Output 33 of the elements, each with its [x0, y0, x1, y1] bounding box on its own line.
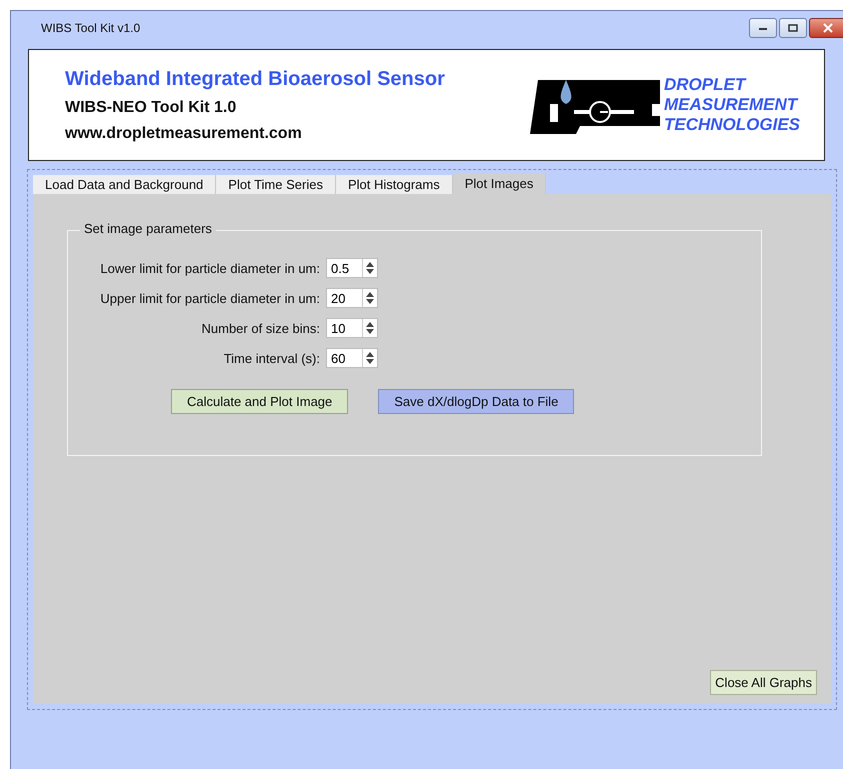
logo-text: MEASUREMENT	[664, 95, 800, 115]
action-button[interactable]: Calculate and Plot Image	[171, 389, 348, 414]
spinner-field[interactable]: 10	[326, 318, 378, 338]
maximize-icon	[788, 24, 798, 32]
banner-title: Wideband Integrated Bioaerosol Sensor	[65, 68, 446, 90]
spinner-arrows-icon[interactable]	[362, 319, 377, 337]
field-label: Lower limit for particle diameter in um:	[99, 260, 321, 276]
tab[interactable]: Plot Images	[452, 173, 546, 194]
banner-subtitle: WIBS-NEO Tool Kit 1.0	[65, 98, 238, 116]
field-label: Time interval (s):	[222, 350, 321, 366]
tab[interactable]: Plot Histograms	[336, 175, 453, 194]
spinner-field[interactable]: 20	[326, 288, 378, 308]
field-label: Number of size bins:	[200, 320, 321, 336]
action-button[interactable]: Save dX/dlogDp Data to File	[378, 389, 574, 414]
logo-text: DROPLET	[664, 75, 748, 95]
spinner-field[interactable]: 0.5	[326, 258, 378, 278]
spinner-arrows-icon[interactable]	[362, 289, 377, 307]
window-title: WIBS Tool Kit v1.0	[41, 21, 142, 35]
minimize-button[interactable]	[749, 18, 777, 38]
tab[interactable]: Plot Time Series	[216, 175, 336, 194]
spinner-arrows-icon[interactable]	[362, 259, 377, 277]
close-graphs-button[interactable]: Close All Graphs	[710, 670, 817, 695]
maximize-button[interactable]	[779, 18, 807, 38]
logo-text: TECHNOLOGIES	[664, 115, 800, 135]
tab[interactable]: Load Data and Background	[33, 175, 216, 194]
close-button[interactable]	[809, 18, 843, 38]
website-text: www.dropletmeasurement.com	[65, 124, 303, 142]
spinner-field[interactable]: 60	[326, 348, 378, 368]
spinner-arrows-icon[interactable]	[362, 349, 377, 367]
minimize-icon	[758, 25, 768, 31]
group-title: Set image parameters	[80, 221, 216, 236]
field-label: Upper limit for particle diameter in um:	[99, 290, 321, 306]
close-icon	[823, 23, 833, 33]
